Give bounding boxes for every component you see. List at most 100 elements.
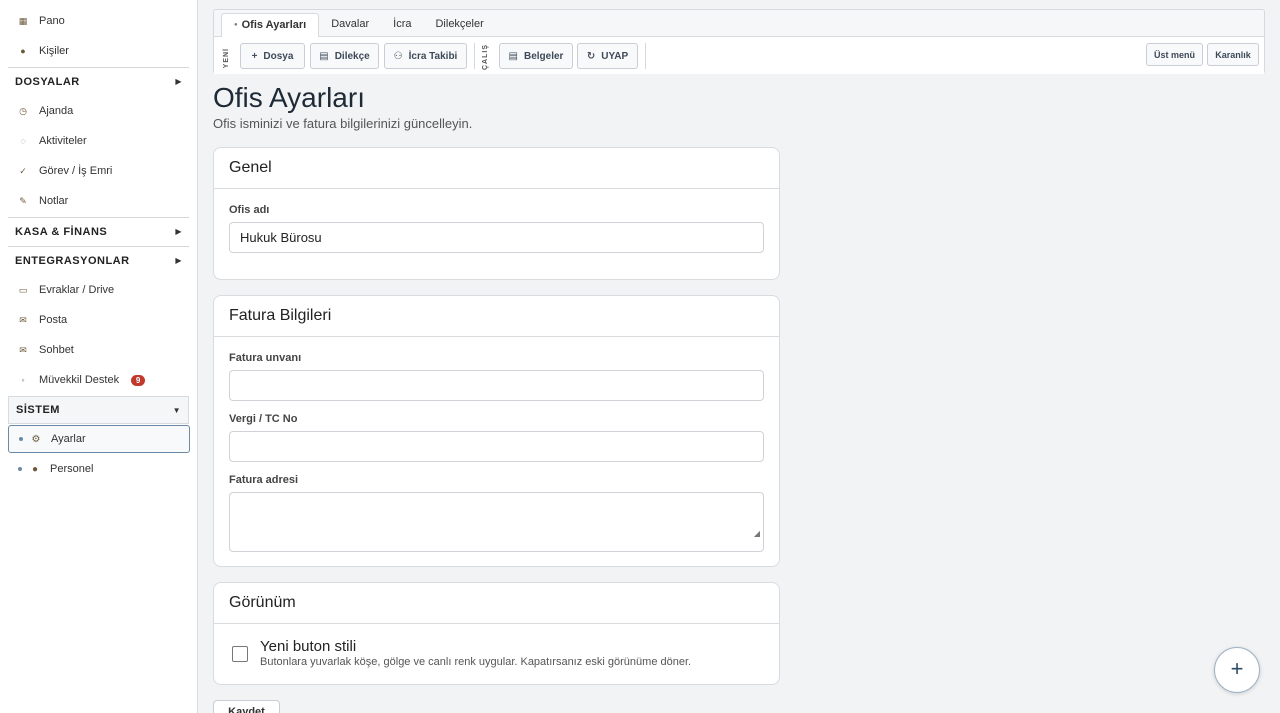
vergi-no-input[interactable] [229,431,764,462]
sidebar-item-label: Notlar [39,195,69,207]
sidebar-item-sohbet[interactable]: ✉ Sohbet [0,335,197,365]
yeni-buton-stili-checkbox[interactable] [232,646,248,662]
sidebar-item-ayarlar[interactable]: ⚙ Ayarlar [8,425,190,453]
sidebar-section-entegrasyonlar[interactable]: ENTEGRASYONLAR ▶ [8,246,189,274]
sidebar-item-label: Görev / İş Emri [39,165,113,177]
gorunum-card: Görünüm Yeni buton stili Butonlara yuvar… [213,582,780,685]
new-dosya-button[interactable]: + Dosya [240,43,305,69]
plus-icon: + [1230,656,1244,681]
button-label: Belgeler [523,50,564,62]
sidebar-item-notlar[interactable]: ✎ Notlar [0,186,197,216]
divider [645,43,646,69]
fatura-card: Fatura Bilgileri Fatura unvanı Vergi / T… [213,295,780,567]
bullet-icon [18,467,22,471]
group-label-yeni: YENİ [223,48,230,69]
sidebar-item-label: Kişiler [39,45,69,57]
bullet-icon: ● [234,22,238,29]
sidebar-item-label: Personel [50,463,94,475]
section-label: SİSTEM [16,404,60,416]
fatura-unvani-input[interactable] [229,370,764,401]
section-label: KASA & FİNANS [15,225,108,238]
belgeler-button[interactable]: ▤ Belgeler [499,43,573,69]
genel-card: Genel Ofis adı Hukuk Bürosu [213,147,780,280]
tab-ofis-ayarlari[interactable]: ● Ofis Ayarları [221,13,320,37]
check-icon: ✓ [19,165,27,176]
activity-icon: ◌ [20,136,26,146]
tab-strip: ● Ofis Ayarları Davalar İcra Dilekçeler [214,10,1264,37]
add-floating-button[interactable]: + [1214,647,1260,693]
chat-icon: ✉ [19,344,27,355]
sidebar-item-personel[interactable]: ● Personel [8,455,190,483]
sidebar-item-gorev[interactable]: ✓ Görev / İş Emri [0,156,197,186]
tab-davalar[interactable]: Davalar [319,13,381,36]
resize-handle-icon[interactable]: ◢ [754,519,760,548]
divider [474,43,475,69]
sidebar-item-posta[interactable]: ✉ Posta [0,305,197,335]
sidebar-item-label: Ajanda [39,105,74,117]
plus-icon: + [251,50,258,62]
mail-icon: ✉ [19,314,27,325]
uyap-button[interactable]: ↻ UYAP [577,43,638,69]
support-icon: ◦ [21,375,25,385]
button-label: Dilekçe [334,50,370,62]
calendar-icon: ◷ [19,105,27,116]
fatura-adresi-textarea[interactable]: ◢ [229,492,764,552]
card-title: Fatura Bilgileri [214,296,779,337]
document-icon: ▤ [319,50,329,62]
sidebar-item-label: Müvekkil Destek [39,374,120,386]
quick-actions: YENİ + Dosya ▤ Dilekçe ⚇ İcra Takibi ÇALIŞ … [214,37,1264,74]
sidebar: ▦ Pano ● Kişiler DOSYALAR ▶ ◷ Ajanda ◌ A… [0,0,198,713]
sidebar-item-evraklar[interactable]: ▭ Evraklar / Drive [0,275,197,305]
staff-icon: ● [31,463,39,475]
ust-menu-button[interactable]: Üst menü [1146,43,1203,66]
sidebar-item-ajanda[interactable]: ◷ Ajanda [0,96,197,126]
page-title: Ofis Ayarları [213,82,365,113]
settings-icon: ⚙ [31,433,41,445]
button-label: Dosya [263,50,294,62]
refresh-icon: ↻ [586,50,596,62]
section-label: ENTEGRASYONLAR [15,254,130,267]
tab-icra[interactable]: İcra [381,13,423,36]
group-label-calis: ÇALIŞ [482,44,489,70]
button-label: UYAP [601,50,629,62]
fatura-unvani-label: Fatura unvanı [229,352,302,364]
sidebar-section-sistem[interactable]: SİSTEM ▼ [8,396,189,424]
sidebar-item-aktiviteler[interactable]: ◌ Aktiviteler [0,126,197,156]
bullet-icon [19,437,23,441]
tab-dilekceler[interactable]: Dilekçeler [423,13,495,36]
folder-icon: ▭ [18,284,28,295]
sidebar-item-kisiler[interactable]: ● Kişiler [0,36,197,66]
notification-badge: 9 [131,374,146,386]
option-description: Butonlara yuvarlak köşe, gölge ve canlı … [260,656,692,668]
tab-label: Ofis Ayarları [241,19,307,31]
card-title: Genel [214,148,779,189]
chevron-right-icon: ▶ [175,77,182,86]
new-icra-takibi-button[interactable]: ⚇ İcra Takibi [384,43,467,69]
section-label: DOSYALAR [15,75,80,88]
dashboard-icon: ▦ [18,15,28,26]
top-toolbar: ● Ofis Ayarları Davalar İcra Dilekçeler Y… [213,9,1265,74]
sidebar-item-pano[interactable]: ▦ Pano [0,6,197,36]
chevron-down-icon: ▼ [172,405,181,415]
sidebar-item-label: Sohbet [39,344,74,356]
sidebar-item-label: Ayarlar [51,433,86,445]
save-button[interactable]: Kaydet [213,700,280,713]
new-dilekce-button[interactable]: ▤ Dilekçe [310,43,379,69]
sidebar-item-label: Posta [39,314,68,326]
sidebar-item-muvekkil-destek[interactable]: ◦ Müvekkil Destek 9 [0,365,197,395]
sidebar-section-dosyalar[interactable]: DOSYALAR ▶ [8,67,189,95]
ofis-adi-label: Ofis adı [229,204,270,216]
chevron-right-icon: ▶ [175,256,182,265]
note-icon: ✎ [19,195,27,206]
sidebar-item-label: Pano [39,15,65,27]
contacts-icon: ● [20,46,26,56]
sidebar-item-label: Evraklar / Drive [39,284,115,296]
dark-mode-button[interactable]: Karanlık [1207,43,1259,66]
option-title: Yeni buton stili [260,638,357,655]
sidebar-section-kasa[interactable]: KASA & FİNANS ▶ [8,217,189,245]
binoculars-icon: ⚇ [393,50,403,62]
button-label: İcra Takibi [408,50,458,62]
fatura-adresi-label: Fatura adresi [229,474,299,486]
chevron-right-icon: ▶ [175,227,182,236]
ofis-adi-input[interactable]: Hukuk Bürosu [229,222,764,253]
